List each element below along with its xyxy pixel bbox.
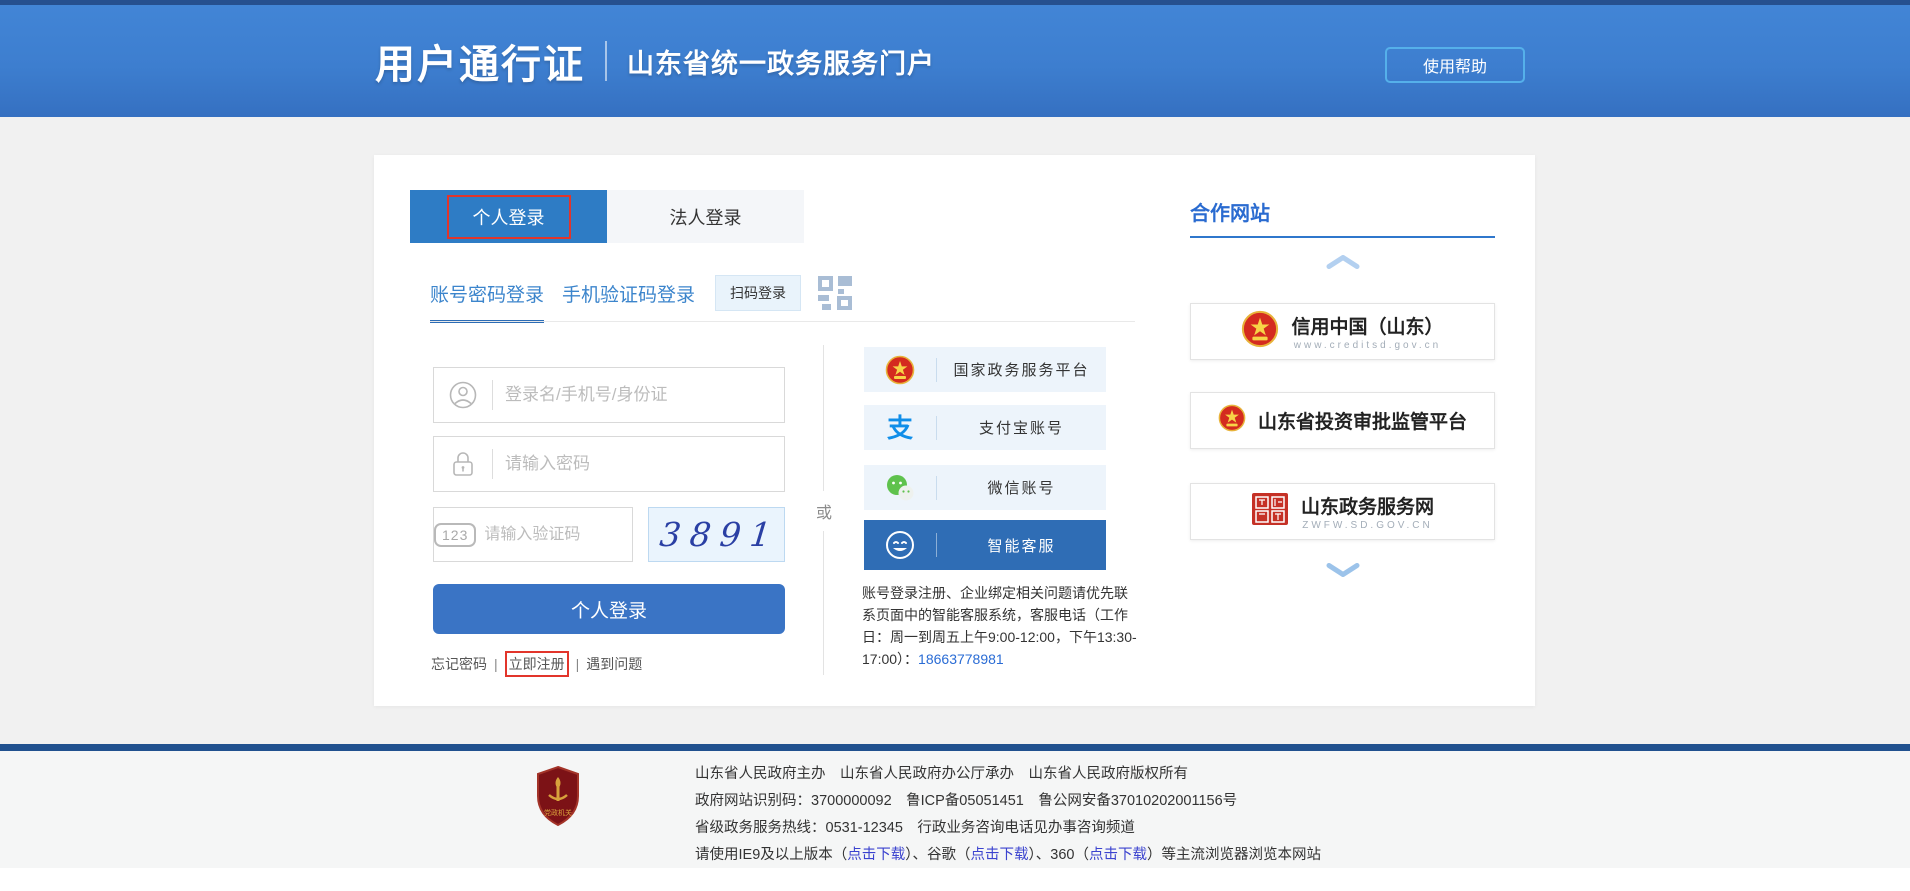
bottom-white-strip (0, 868, 1910, 891)
smart-customer-service-button[interactable]: 智能客服 (864, 520, 1106, 570)
username-field (433, 367, 785, 423)
personal-login-button[interactable]: 个人登录 (433, 584, 785, 634)
partner-name: 山东政务服务网 (1301, 492, 1434, 519)
customer-service-icon (864, 529, 936, 561)
problem-link[interactable]: 遇到问题 (586, 654, 642, 674)
page-footer: 党政机关 山东省人民政府主办 山东省人民政府办公厅承办 山东省人民政府版权所有 … (0, 751, 1910, 868)
partner-url: ZWFW.SD.GOV.CN (1302, 520, 1433, 531)
partner-name: 信用中国（山东） (1291, 312, 1443, 339)
svg-text:党政机关: 党政机关 (544, 808, 572, 817)
tab-corporate-login[interactable]: 法人登录 (607, 190, 804, 243)
footer-line-sponsor: 山东省人民政府主办 山东省人民政府办公厅承办 山东省人民政府版权所有 (695, 761, 1321, 788)
footer-line-browser: 请使用IE9及以上版本（点击下载）、谷歌（点击下载）、360（点击下载）等主流浏… (695, 842, 1321, 869)
user-icon (434, 381, 492, 409)
main-area: 个人登录 法人登录 账号密码登录 手机验证码登录 扫码登录 (0, 117, 1910, 744)
methods-divider-line (430, 321, 1135, 322)
username-input[interactable] (493, 368, 784, 422)
footer-text-block: 山东省人民政府主办 山东省人民政府办公厅承办 山东省人民政府版权所有 政府网站识… (695, 761, 1321, 869)
title-divider (605, 41, 607, 81)
partners-title-underline (1190, 236, 1495, 238)
login-card: 个人登录 法人登录 账号密码登录 手机验证码登录 扫码登录 (374, 155, 1535, 706)
method-qr-scan[interactable]: 扫码登录 (715, 275, 801, 311)
partner-text: 信用中国（山东） www.creditsd.gov.cn (1291, 312, 1443, 351)
wechat-login-button[interactable]: 微信账号 (864, 465, 1106, 510)
footer-top-bar (0, 744, 1910, 751)
tp-label: 微信账号 (937, 477, 1106, 498)
help-button[interactable]: 使用帮助 (1385, 47, 1525, 83)
footer-line-icp: 政府网站识别码：3700000092 鲁ICP备05051451 鲁公网安备37… (695, 788, 1321, 815)
partner-text: 山东省投资审批监管平台 (1258, 407, 1467, 434)
partner-investment-platform[interactable]: 山东省投资审批监管平台 (1190, 392, 1495, 449)
tp-label: 支付宝账号 (937, 417, 1106, 438)
chevron-up-icon[interactable] (1326, 255, 1360, 269)
download-360-link[interactable]: 点击下载 (1089, 847, 1147, 863)
national-platform-login-button[interactable]: 国家政务服务平台 (864, 347, 1106, 392)
forgot-password-link[interactable]: 忘记密码 (431, 654, 487, 674)
tp-label: 智能客服 (937, 535, 1106, 556)
footer-text: ）等主流浏览器浏览本网站 (1147, 847, 1321, 863)
qr-code-icon[interactable] (817, 275, 853, 311)
footer-line-hotline: 省级政务服务热线：0531-12345 行政业务咨询电话见办事咨询频道 (695, 815, 1321, 842)
alipay-login-button[interactable]: 支 支付宝账号 (864, 405, 1106, 450)
national-emblem-icon (1218, 404, 1246, 437)
or-label: 或 (809, 491, 839, 531)
partner-credit-china[interactable]: 信用中国（山东） www.creditsd.gov.cn (1190, 303, 1495, 360)
captcha-field: 123 (433, 507, 633, 562)
national-emblem-icon (864, 355, 936, 385)
partner-shandong-service-site[interactable]: 山东政务服务网 ZWFW.SD.GOV.CN (1190, 483, 1495, 540)
partner-url: www.creditsd.gov.cn (1294, 340, 1441, 351)
captcha-value: 3891 (651, 515, 781, 554)
footer-text: ）、谷歌（ (905, 847, 970, 863)
footer-text: 请使用IE9及以上版本（ (695, 847, 847, 863)
partner-name: 山东省投资审批监管平台 (1258, 407, 1467, 434)
national-emblem-icon (1241, 310, 1279, 353)
numbers-123-icon: 123 (434, 523, 476, 547)
captcha-image[interactable]: 3891 (648, 507, 785, 562)
footer-text: ）、360（ (1029, 847, 1089, 863)
partners-title: 合作网站 (1190, 197, 1270, 226)
page-header: 用户通行证 山东省统一政务服务门户 使用帮助 (0, 5, 1910, 117)
link-separator: | (576, 656, 580, 672)
download-chrome-link[interactable]: 点击下载 (971, 847, 1029, 863)
government-badge-icon: 党政机关 (535, 765, 581, 827)
tab-personal-login[interactable]: 个人登录 (410, 190, 607, 243)
red-annotation-box: 个人登录 (447, 195, 571, 239)
page-title: 用户通行证 (375, 32, 585, 90)
register-now-link[interactable]: 立即注册 (505, 651, 569, 677)
page-subtitle: 山东省统一政务服务门户 (627, 42, 935, 81)
link-separator: | (494, 656, 498, 672)
login-tabs: 个人登录 法人登录 (410, 190, 804, 243)
brand-block: 用户通行证 山东省统一政务服务门户 (375, 5, 935, 117)
red-seal-icon (1251, 492, 1289, 531)
password-field (433, 436, 785, 492)
method-sms-code[interactable]: 手机验证码登录 (562, 280, 695, 307)
lock-icon (434, 450, 492, 478)
partner-sites-panel: 合作网站 信用中国（山东） www.creditsd.gov.cn (1190, 155, 1495, 706)
method-account-password[interactable]: 账号密码登录 (430, 280, 544, 323)
service-phone-link[interactable]: 18663778981 (918, 651, 1004, 667)
customer-service-notice: 账号登录注册、企业绑定相关问题请优先联系页面中的智能客服系统，客服电话（工作日：… (862, 583, 1140, 671)
download-ie-link[interactable]: 点击下载 (847, 847, 905, 863)
wechat-icon (864, 474, 936, 502)
password-input[interactable] (493, 437, 784, 491)
login-methods: 账号密码登录 手机验证码登录 扫码登录 (430, 275, 853, 311)
tp-label: 国家政务服务平台 (937, 359, 1106, 380)
login-helper-links: 忘记密码 | 立即注册 | 遇到问题 (431, 651, 642, 677)
partner-text: 山东政务服务网 ZWFW.SD.GOV.CN (1301, 492, 1434, 531)
chevron-down-icon[interactable] (1326, 563, 1360, 577)
